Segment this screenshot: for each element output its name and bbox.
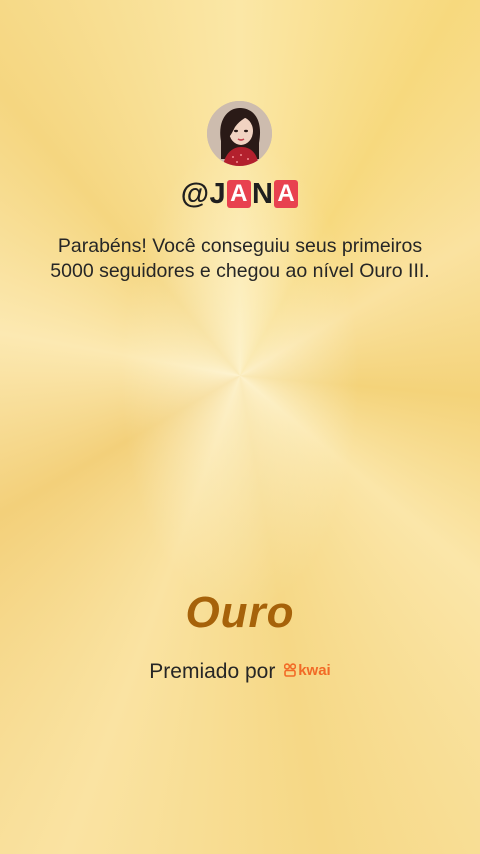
username-prefix: @J	[180, 178, 227, 210]
avatar	[207, 101, 272, 166]
username-middle: N	[251, 178, 274, 210]
congratulations-message: Parabéns! Você conseguiu seus primeiros …	[50, 235, 430, 282]
awarded-by: Premiado por kwai	[0, 660, 480, 684]
letter-badge-a: A	[227, 180, 251, 208]
username: @J A N A	[0, 178, 480, 211]
level-title: Ouro	[185, 588, 295, 637]
kwai-logo-text: kwai	[298, 661, 331, 679]
awarded-by-label: Premiado por	[149, 660, 276, 683]
kwai-logo-icon	[284, 663, 297, 677]
letter-badge-a: A	[274, 180, 299, 208]
kwai-logo: kwai	[284, 662, 331, 679]
avatar-image	[207, 101, 272, 166]
